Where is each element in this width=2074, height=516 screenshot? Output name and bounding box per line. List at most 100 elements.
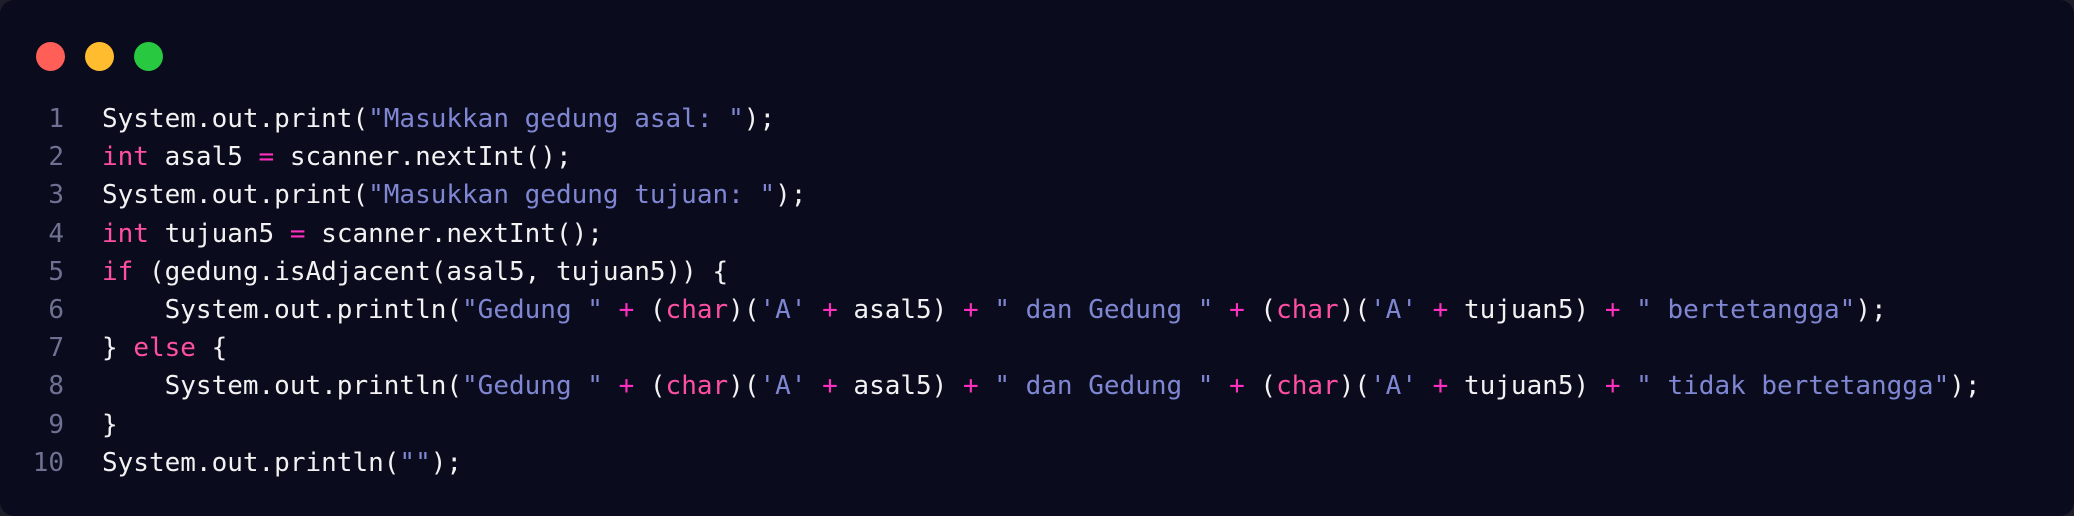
operator-token: + [963, 294, 979, 325]
code-text: System.out.print("Masukkan gedung asal: … [102, 100, 775, 138]
code-token: } [102, 409, 118, 440]
code-text: System.out.print("Masukkan gedung tujuan… [102, 176, 806, 214]
code-text: } else { [102, 329, 227, 367]
code-token: ); [1855, 294, 1887, 325]
code-token: )( [728, 371, 760, 402]
string-token: "" [399, 447, 431, 478]
code-token: ( [634, 371, 666, 402]
code-token: tujuan5) [1448, 294, 1605, 325]
keyword-token: char [665, 294, 729, 325]
code-line: 7} else { [0, 329, 2074, 367]
code-token: asal5 [148, 142, 259, 173]
string-token: " dan Gedung " [994, 294, 1214, 325]
code-token: )( [1338, 294, 1371, 325]
code-text: if (gedung.isAdjacent(asal5, tujuan5)) { [102, 253, 728, 291]
code-line: 2 int asal5 = scanner.nextInt(); [0, 138, 2074, 176]
code-token: ); [430, 447, 463, 478]
code-token: ); [1949, 371, 1981, 402]
code-text: } [102, 406, 118, 444]
code-token: } [102, 333, 134, 364]
operator-token: = [289, 218, 306, 249]
operator-token: + [1229, 294, 1245, 325]
code-line: 10 System.out.println(""); [0, 444, 2074, 482]
operator-token: + [1432, 294, 1449, 325]
code-token: System.out.println( [102, 371, 463, 402]
line-number: 4 [48, 218, 64, 249]
code-line: 3 System.out.print("Masukkan gedung tujua… [0, 176, 2074, 214]
code-token: { [195, 333, 228, 364]
operator-token: + [1604, 294, 1621, 325]
close-icon[interactable] [36, 42, 65, 71]
code-line: 8 System.out.println("Gedung " + (char)(… [0, 367, 2074, 405]
code-window: 1 System.out.print("Masukkan gedung asal:… [0, 0, 2074, 516]
zoom-icon[interactable] [134, 42, 163, 71]
code-token: System.out.println( [102, 294, 463, 325]
operator-token: + [1432, 371, 1449, 402]
code-text: int asal5 = scanner.nextInt(); [102, 138, 572, 176]
operator-token: = [258, 142, 275, 173]
operator-token: + [822, 371, 838, 402]
code-token: ( [1244, 371, 1277, 402]
keyword-token: int [102, 218, 149, 249]
code-token: System.out.println( [102, 447, 400, 478]
keyword-token: if [102, 256, 134, 287]
code-editor[interactable]: 1 System.out.print("Masukkan gedung asal:… [0, 100, 2074, 482]
keyword-token: char [1276, 294, 1339, 325]
code-text: System.out.println(""); [102, 444, 462, 482]
code-line: 9} [0, 406, 2074, 444]
code-token: scanner.nextInt(); [274, 142, 572, 173]
keyword-token: else [133, 333, 196, 364]
operator-token: + [822, 294, 838, 325]
code-token: System.out.print( [102, 180, 369, 211]
code-token: asal5) [837, 294, 963, 325]
code-token: (gedung.isAdjacent(asal5, tujuan5)) { [133, 256, 729, 287]
code-token: scanner.nextInt(); [305, 218, 603, 249]
string-token: "Gedung " [462, 371, 603, 402]
code-text: int tujuan5 = scanner.nextInt(); [102, 215, 603, 253]
window-controls [36, 42, 163, 71]
code-line: 4 int tujuan5 = scanner.nextInt(); [0, 215, 2074, 253]
string-token: " bertetangga" [1636, 294, 1856, 325]
line-number: 1 [48, 104, 64, 134]
code-line: 6 System.out.println("Gedung " + (char)(… [0, 291, 2074, 329]
string-token: 'A' [1370, 294, 1417, 325]
string-token: "Gedung " [462, 294, 603, 325]
code-text: System.out.println("Gedung " + (char)('A… [102, 367, 1981, 405]
line-number: 9 [48, 409, 64, 440]
line-number: 6 [48, 294, 64, 325]
operator-token: + [618, 294, 635, 325]
line-number: 8 [48, 371, 64, 402]
string-token: "Masukkan gedung tujuan: " [368, 180, 776, 211]
line-number: 7 [48, 333, 64, 364]
string-token: " tidak bertetangga" [1636, 371, 1950, 402]
line-number: 10 [32, 447, 64, 478]
code-token: )( [1338, 371, 1371, 402]
operator-token: + [963, 371, 979, 402]
code-line: 5 if (gedung.isAdjacent(asal5, tujuan5)) … [0, 253, 2074, 291]
line-number: 3 [48, 180, 64, 211]
code-token: ); [775, 180, 807, 211]
string-token: 'A' [759, 294, 807, 325]
keyword-token: char [1276, 371, 1339, 402]
code-token: tujuan5) [1448, 371, 1605, 402]
operator-token: + [1229, 371, 1245, 402]
code-token: tujuan5 [148, 218, 290, 249]
code-token: ); [743, 104, 776, 134]
code-line: 1 System.out.print("Masukkan gedung asal:… [0, 100, 2074, 138]
string-token: " dan Gedung " [994, 371, 1214, 402]
code-text: System.out.println("Gedung " + (char)('A… [102, 291, 1887, 329]
minimize-icon[interactable] [85, 42, 114, 71]
line-number: 5 [48, 256, 64, 287]
